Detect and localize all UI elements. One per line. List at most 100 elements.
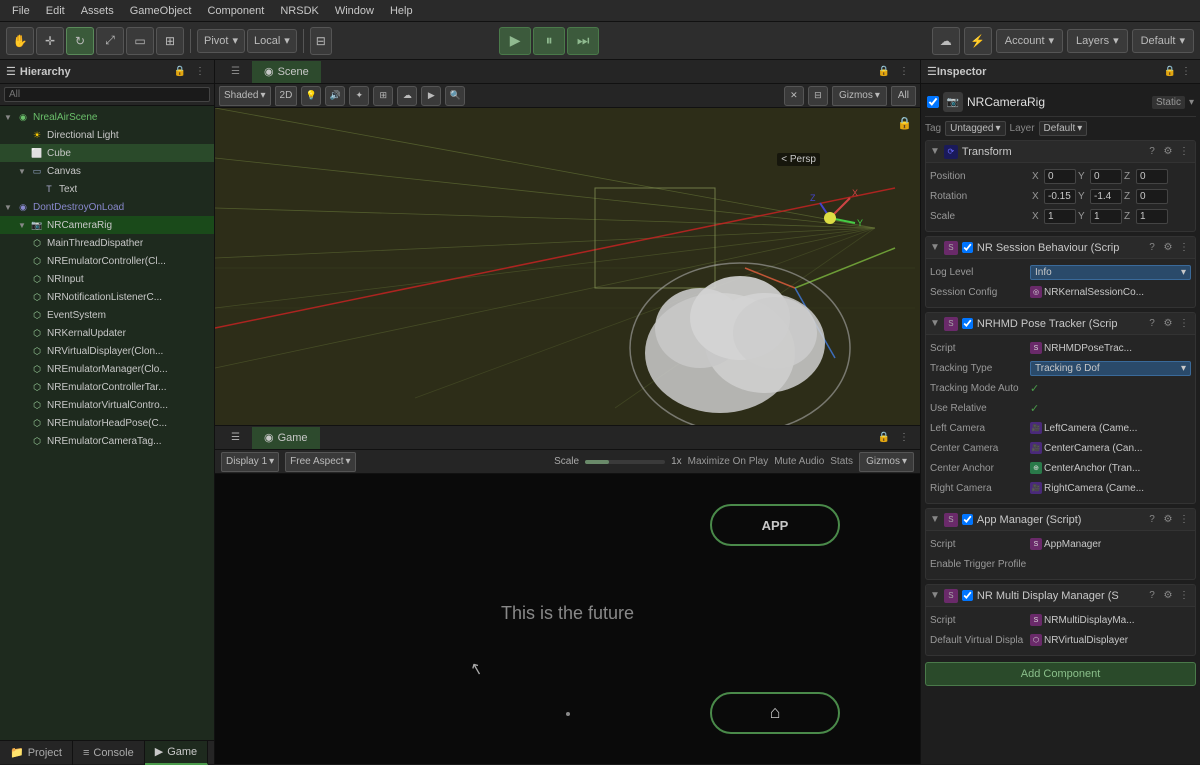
tree-item-mainthreaddispatcher[interactable]: ⬡ MainThreadDispather xyxy=(0,234,214,252)
menu-file[interactable]: File xyxy=(4,3,38,19)
inspector-lock-button[interactable]: 🔒 xyxy=(1162,64,1178,80)
game-lock-button[interactable]: 🔒 xyxy=(876,430,892,446)
tree-item-text[interactable]: T Text xyxy=(0,180,214,198)
tree-item-nremulatorvirtual[interactable]: ⬡ NREmulatorVirtualContro... xyxy=(0,396,214,414)
tree-item-nremulatorheadpose[interactable]: ⬡ NREmulatorHeadPose(C... xyxy=(0,414,214,432)
nrsession-header[interactable]: ▼ S NR Session Behaviour (Scrip ? ⚙ ⋮ xyxy=(926,237,1195,259)
cloud-button[interactable]: ☁ xyxy=(932,27,960,55)
scene-search-button[interactable]: 🔍 xyxy=(445,86,465,106)
nrhmd-settings-button[interactable]: ⚙ xyxy=(1161,317,1175,331)
nrhmd-header[interactable]: ▼ S NRHMD Pose Tracker (Scrip ? ⚙ ⋮ xyxy=(926,313,1195,335)
tree-item-eventsystem[interactable]: ⬡ EventSystem xyxy=(0,306,214,324)
loglevel-dropdown[interactable]: Info ▾ xyxy=(1030,265,1191,280)
scene-fx-button[interactable]: ✦ xyxy=(349,86,369,106)
tree-item-nremulatormanager[interactable]: ⬡ NREmulatorManager(Clo... xyxy=(0,360,214,378)
scene-close-button[interactable]: ✕ xyxy=(784,86,804,106)
nrmultidisplay-settings-button[interactable]: ⚙ xyxy=(1161,589,1175,603)
tracking-type-dropdown[interactable]: Tracking 6 Dof ▾ xyxy=(1030,361,1191,376)
scene-sky-button[interactable]: ☁ xyxy=(397,86,417,106)
tree-item-dirlight[interactable]: ☀ Directional Light xyxy=(0,126,214,144)
aspect-dropdown[interactable]: Free Aspect ▾ xyxy=(285,452,355,472)
game-tab[interactable]: ▶ Game xyxy=(145,741,208,765)
transform-header[interactable]: ▼ ⟳ Transform ? ⚙ ⋮ xyxy=(926,141,1195,163)
hierarchy-lock-button[interactable]: 🔒 xyxy=(172,64,188,80)
rect-tool-button[interactable]: ▭ xyxy=(126,27,154,55)
display-dropdown[interactable]: Display 1 ▾ xyxy=(221,452,279,472)
console-tab[interactable]: ≡ Console xyxy=(73,741,145,765)
hand-tool-button[interactable]: ✋ xyxy=(6,27,34,55)
appmanager-header[interactable]: ▼ S App Manager (Script) ? ⚙ ⋮ xyxy=(926,509,1195,531)
menu-nrsdk[interactable]: NRSDK xyxy=(272,3,327,19)
game-panel-tab[interactable]: ☰ xyxy=(219,427,252,449)
scene-view[interactable]: X Y Z < Persp 🔒 xyxy=(215,108,920,425)
pause-button[interactable]: ⏸ xyxy=(533,27,565,55)
appmanager-dots-button[interactable]: ⋮ xyxy=(1177,513,1191,527)
tree-item-nremulatorcameratag[interactable]: ⬡ NREmulatorCameraTag... xyxy=(0,432,214,450)
account-button[interactable]: Account ▾ xyxy=(996,29,1063,53)
nrmultidisplay-dots-button[interactable]: ⋮ xyxy=(1177,589,1191,603)
nrmultidisplay-check[interactable] xyxy=(962,590,973,601)
game-gizmos-button[interactable]: Gizmos ▾ xyxy=(859,452,914,472)
tree-item-nrkernupdater[interactable]: ⬡ NRKernalUpdater xyxy=(0,324,214,342)
menu-assets[interactable]: Assets xyxy=(73,3,122,19)
maximize-label[interactable]: Maximize On Play xyxy=(688,456,769,467)
menu-edit[interactable]: Edit xyxy=(38,3,73,19)
tree-item-nrcamerarig[interactable]: ▼ 📷 NRCameraRig xyxy=(0,216,214,234)
step-button[interactable]: ⏭ xyxy=(567,27,599,55)
scene-light-button[interactable]: 💡 xyxy=(301,86,321,106)
shading-dropdown[interactable]: Shaded ▾ xyxy=(219,86,271,106)
object-active-checkbox[interactable] xyxy=(927,96,939,108)
scene-lock-button[interactable]: 🔒 xyxy=(876,64,892,80)
transform-dots-button[interactable]: ⋮ xyxy=(1177,145,1191,159)
extra-tool-button[interactable]: ⊟ xyxy=(310,27,332,55)
2d-button[interactable]: 2D xyxy=(275,86,298,106)
move-tool-button[interactable]: ✛ xyxy=(36,27,64,55)
play-button[interactable]: ▶ xyxy=(499,27,531,55)
scene-all-button[interactable]: All xyxy=(891,86,916,106)
hierarchy-tab-small[interactable]: ☰ xyxy=(219,61,252,83)
transform-tool-button[interactable]: ⊞ xyxy=(156,27,184,55)
mute-label[interactable]: Mute Audio xyxy=(774,456,824,467)
hierarchy-menu-button[interactable]: ⋮ xyxy=(192,64,208,80)
rotate-tool-button[interactable]: ↻ xyxy=(66,27,94,55)
tree-item-nrinput[interactable]: ⬡ NRInput xyxy=(0,270,214,288)
tree-item-nrvirtualdisplayer[interactable]: ⬡ NRVirtualDisplayer(Clon... xyxy=(0,342,214,360)
rotation-x-input[interactable] xyxy=(1044,189,1076,204)
scene-anim-button[interactable]: ▶ xyxy=(421,86,441,106)
add-component-button[interactable]: Add Component xyxy=(925,662,1196,686)
scale-tool-button[interactable]: ⤢ xyxy=(96,27,124,55)
scale-x-input[interactable] xyxy=(1044,209,1076,224)
local-dropdown[interactable]: Local ▾ xyxy=(247,29,297,53)
project-tab[interactable]: 📁 Project xyxy=(0,741,73,765)
scale-z-input[interactable] xyxy=(1136,209,1168,224)
layer-value-dropdown[interactable]: Default ▾ xyxy=(1039,121,1088,136)
nrsession-settings-button[interactable]: ⚙ xyxy=(1161,241,1175,255)
inspector-menu-button[interactable]: ⋮ xyxy=(1178,64,1194,80)
tree-item-nremulatorcontroller[interactable]: ⬡ NREmulatorController(Cl... xyxy=(0,252,214,270)
rotation-z-input[interactable] xyxy=(1136,189,1168,204)
position-x-input[interactable] xyxy=(1044,169,1076,184)
nrsession-dots-button[interactable]: ⋮ xyxy=(1177,241,1191,255)
home-button[interactable]: ⌂ xyxy=(710,692,840,734)
tag-value-dropdown[interactable]: Untagged ▾ xyxy=(945,121,1005,136)
appmanager-check[interactable] xyxy=(962,514,973,525)
scene-audio-button[interactable]: 🔊 xyxy=(325,86,345,106)
nrsession-help-button[interactable]: ? xyxy=(1145,241,1159,255)
gizmos-button[interactable]: Gizmos ▾ xyxy=(832,86,887,106)
transform-settings-button[interactable]: ⚙ xyxy=(1161,145,1175,159)
nrhmd-help-button[interactable]: ? xyxy=(1145,317,1159,331)
game-menu-button[interactable]: ⋮ xyxy=(896,430,912,446)
tree-item-nremulatorcontrollertar[interactable]: ⬡ NREmulatorControllerTar... xyxy=(0,378,214,396)
scale-slider[interactable] xyxy=(585,460,665,464)
scene-menu-button[interactable]: ⋮ xyxy=(896,64,912,80)
scale-y-input[interactable] xyxy=(1090,209,1122,224)
appmanager-help-button[interactable]: ? xyxy=(1145,513,1159,527)
layout-button[interactable]: Default ▾ xyxy=(1132,29,1194,53)
tree-item-nrnotification[interactable]: ⬡ NRNotificationListenerC... xyxy=(0,288,214,306)
game-main-tab[interactable]: ◉ Game xyxy=(252,427,320,449)
pivot-dropdown[interactable]: Pivot ▾ xyxy=(197,29,245,53)
nrsession-check[interactable] xyxy=(962,242,973,253)
scene-layers-button[interactable]: ⊟ xyxy=(808,86,828,106)
game-view-canvas[interactable]: APP This is the future ⌂ ↖ xyxy=(215,474,920,764)
menu-gameobject[interactable]: GameObject xyxy=(122,3,200,19)
